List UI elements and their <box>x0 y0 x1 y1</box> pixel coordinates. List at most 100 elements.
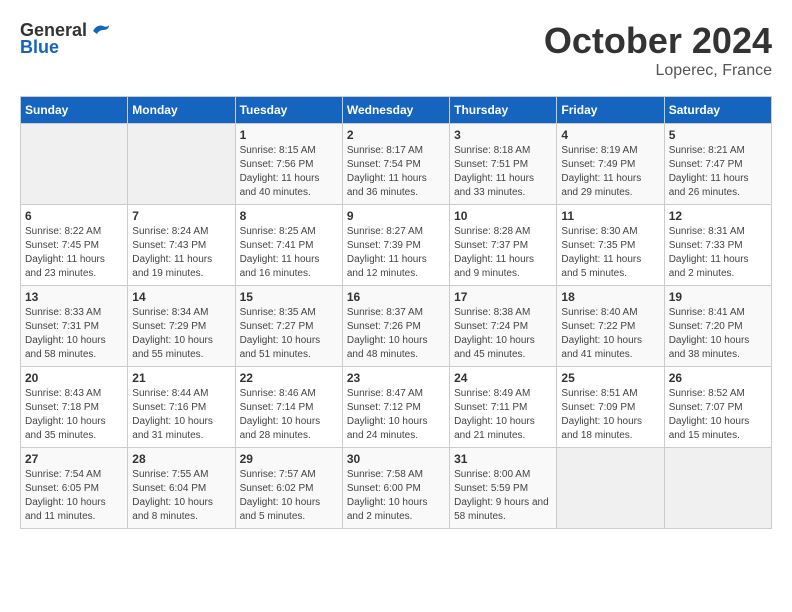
day-number: 24 <box>454 371 552 385</box>
day-number: 18 <box>561 290 659 304</box>
day-detail: Sunrise: 8:22 AMSunset: 7:45 PMDaylight:… <box>25 225 123 281</box>
day-detail: Sunrise: 7:54 AMSunset: 6:05 PMDaylight:… <box>25 468 123 524</box>
weekday-header-row: SundayMondayTuesdayWednesdayThursdayFrid… <box>21 97 772 124</box>
day-number: 2 <box>347 128 445 142</box>
day-detail: Sunrise: 8:46 AMSunset: 7:14 PMDaylight:… <box>240 387 338 443</box>
calendar-cell: 30 Sunrise: 7:58 AMSunset: 6:00 PMDayligh… <box>342 448 449 529</box>
day-detail: Sunrise: 8:40 AMSunset: 7:22 PMDaylight:… <box>561 306 659 362</box>
day-number: 21 <box>132 371 230 385</box>
weekday-header-sunday: Sunday <box>21 97 128 124</box>
calendar-cell: 22 Sunrise: 8:46 AMSunset: 7:14 PMDayligh… <box>235 367 342 448</box>
calendar-cell: 5Sunrise: 8:21 AMSunset: 7:47 PMDaylight… <box>664 124 771 205</box>
day-number: 11 <box>561 209 659 223</box>
calendar-cell: 16Sunrise: 8:37 AMSunset: 7:26 PMDayligh… <box>342 286 449 367</box>
calendar-cell: 12 Sunrise: 8:31 AMSunset: 7:33 PMDayligh… <box>664 205 771 286</box>
calendar-cell: 3 Sunrise: 8:18 AMSunset: 7:51 PMDaylight… <box>450 124 557 205</box>
day-number: 27 <box>25 452 123 466</box>
calendar-cell: 4 Sunrise: 8:19 AMSunset: 7:49 PMDaylight… <box>557 124 664 205</box>
calendar-cell: 15 Sunrise: 8:35 AMSunset: 7:27 PMDayligh… <box>235 286 342 367</box>
location: Loperec, France <box>544 62 772 80</box>
day-detail: Sunrise: 8:34 AMSunset: 7:29 PMDaylight:… <box>132 306 230 362</box>
day-detail: Sunrise: 8:43 AMSunset: 7:18 PMDaylight:… <box>25 387 123 443</box>
calendar-cell: 8Sunrise: 8:25 AMSunset: 7:41 PMDaylight… <box>235 205 342 286</box>
month-title: October 2024 <box>544 20 772 62</box>
calendar-cell: 6 Sunrise: 8:22 AMSunset: 7:45 PMDaylight… <box>21 205 128 286</box>
day-number: 19 <box>669 290 767 304</box>
calendar-cell: 9 Sunrise: 8:27 AMSunset: 7:39 PMDaylight… <box>342 205 449 286</box>
calendar-cell: 7 Sunrise: 8:24 AMSunset: 7:43 PMDaylight… <box>128 205 235 286</box>
calendar-cell: 10 Sunrise: 8:28 AMSunset: 7:37 PMDayligh… <box>450 205 557 286</box>
day-number: 29 <box>240 452 338 466</box>
day-detail: Sunrise: 8:44 AMSunset: 7:16 PMDaylight:… <box>132 387 230 443</box>
day-number: 26 <box>669 371 767 385</box>
weekday-header-friday: Friday <box>557 97 664 124</box>
day-number: 23 <box>347 371 445 385</box>
day-detail: Sunrise: 8:24 AMSunset: 7:43 PMDaylight:… <box>132 225 230 281</box>
day-number: 12 <box>669 209 767 223</box>
calendar-cell: 1Sunrise: 8:15 AMSunset: 7:56 PMDaylight… <box>235 124 342 205</box>
calendar-cell: 2 Sunrise: 8:17 AMSunset: 7:54 PMDaylight… <box>342 124 449 205</box>
calendar-week-row: 20 Sunrise: 8:43 AMSunset: 7:18 PMDayligh… <box>21 367 772 448</box>
calendar-week-row: 13Sunrise: 8:33 AMSunset: 7:31 PMDayligh… <box>21 286 772 367</box>
day-detail: Sunrise: 7:55 AMSunset: 6:04 PMDaylight:… <box>132 468 230 524</box>
calendar-cell: 20 Sunrise: 8:43 AMSunset: 7:18 PMDayligh… <box>21 367 128 448</box>
day-number: 20 <box>25 371 123 385</box>
calendar-cell: 19Sunrise: 8:41 AMSunset: 7:20 PMDayligh… <box>664 286 771 367</box>
day-number: 4 <box>561 128 659 142</box>
calendar-cell: 21 Sunrise: 8:44 AMSunset: 7:16 PMDayligh… <box>128 367 235 448</box>
logo-blue: Blue <box>20 37 59 58</box>
day-number: 15 <box>240 290 338 304</box>
day-detail: Sunrise: 8:27 AMSunset: 7:39 PMDaylight:… <box>347 225 445 281</box>
calendar-cell: 24 Sunrise: 8:49 AMSunset: 7:11 PMDayligh… <box>450 367 557 448</box>
day-number: 6 <box>25 209 123 223</box>
weekday-header-thursday: Thursday <box>450 97 557 124</box>
calendar-cell: 31Sunrise: 8:00 AMSunset: 5:59 PMDayligh… <box>450 448 557 529</box>
day-number: 30 <box>347 452 445 466</box>
day-number: 3 <box>454 128 552 142</box>
calendar-cell: 25 Sunrise: 8:51 AMSunset: 7:09 PMDayligh… <box>557 367 664 448</box>
day-detail: Sunrise: 8:31 AMSunset: 7:33 PMDaylight:… <box>669 225 767 281</box>
day-number: 7 <box>132 209 230 223</box>
day-detail: Sunrise: 8:17 AMSunset: 7:54 PMDaylight:… <box>347 144 445 200</box>
calendar-cell <box>557 448 664 529</box>
calendar-cell: 18 Sunrise: 8:40 AMSunset: 7:22 PMDayligh… <box>557 286 664 367</box>
calendar-table: SundayMondayTuesdayWednesdayThursdayFrid… <box>20 96 772 529</box>
day-detail: Sunrise: 8:51 AMSunset: 7:09 PMDaylight:… <box>561 387 659 443</box>
calendar-week-row: 27 Sunrise: 7:54 AMSunset: 6:05 PMDayligh… <box>21 448 772 529</box>
calendar-cell: 29 Sunrise: 7:57 AMSunset: 6:02 PMDayligh… <box>235 448 342 529</box>
calendar-cell: 13Sunrise: 8:33 AMSunset: 7:31 PMDayligh… <box>21 286 128 367</box>
weekday-header-monday: Monday <box>128 97 235 124</box>
logo: General Blue <box>20 20 111 58</box>
calendar-cell <box>128 124 235 205</box>
day-number: 22 <box>240 371 338 385</box>
calendar-cell: 17Sunrise: 8:38 AMSunset: 7:24 PMDayligh… <box>450 286 557 367</box>
day-number: 9 <box>347 209 445 223</box>
calendar-cell: 28 Sunrise: 7:55 AMSunset: 6:04 PMDayligh… <box>128 448 235 529</box>
day-number: 25 <box>561 371 659 385</box>
calendar-cell: 23Sunrise: 8:47 AMSunset: 7:12 PMDayligh… <box>342 367 449 448</box>
day-detail: Sunrise: 8:35 AMSunset: 7:27 PMDaylight:… <box>240 306 338 362</box>
calendar-cell: 26Sunrise: 8:52 AMSunset: 7:07 PMDayligh… <box>664 367 771 448</box>
day-detail: Sunrise: 8:19 AMSunset: 7:49 PMDaylight:… <box>561 144 659 200</box>
logo-bird-icon <box>89 22 111 40</box>
weekday-header-saturday: Saturday <box>664 97 771 124</box>
day-detail: Sunrise: 8:30 AMSunset: 7:35 PMDaylight:… <box>561 225 659 281</box>
day-detail: Sunrise: 7:58 AMSunset: 6:00 PMDaylight:… <box>347 468 445 524</box>
day-detail: Sunrise: 8:49 AMSunset: 7:11 PMDaylight:… <box>454 387 552 443</box>
day-number: 10 <box>454 209 552 223</box>
calendar-cell: 27 Sunrise: 7:54 AMSunset: 6:05 PMDayligh… <box>21 448 128 529</box>
page-header: General Blue October 2024 Loperec, Franc… <box>20 20 772 80</box>
day-detail: Sunrise: 8:00 AMSunset: 5:59 PMDaylight:… <box>454 468 552 524</box>
day-detail: Sunrise: 8:28 AMSunset: 7:37 PMDaylight:… <box>454 225 552 281</box>
title-block: October 2024 Loperec, France <box>544 20 772 80</box>
calendar-cell <box>21 124 128 205</box>
weekday-header-tuesday: Tuesday <box>235 97 342 124</box>
day-detail: Sunrise: 7:57 AMSunset: 6:02 PMDaylight:… <box>240 468 338 524</box>
day-number: 17 <box>454 290 552 304</box>
calendar-cell: 14Sunrise: 8:34 AMSunset: 7:29 PMDayligh… <box>128 286 235 367</box>
day-number: 13 <box>25 290 123 304</box>
calendar-week-row: 6 Sunrise: 8:22 AMSunset: 7:45 PMDaylight… <box>21 205 772 286</box>
day-number: 28 <box>132 452 230 466</box>
day-detail: Sunrise: 8:18 AMSunset: 7:51 PMDaylight:… <box>454 144 552 200</box>
day-number: 1 <box>240 128 338 142</box>
